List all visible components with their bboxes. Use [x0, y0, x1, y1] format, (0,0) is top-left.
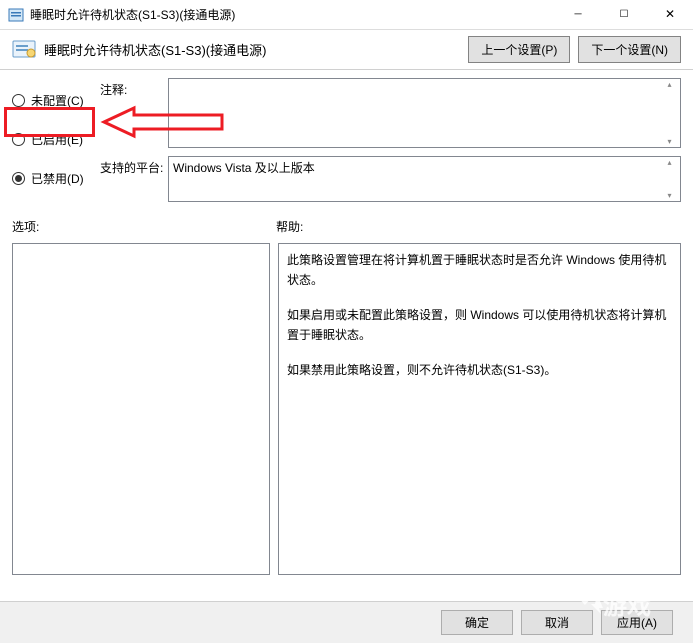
platform-label: 支持的平台:: [100, 156, 168, 176]
policy-icon: [8, 7, 24, 23]
titlebar: 睡眠时允许待机状态(S1-S3)(接通电源) ─ ☐ ✕: [0, 0, 693, 30]
subheader: 睡眠时允许待机状态(S1-S3)(接通电源) 上一个设置(P) 下一个设置(N): [0, 30, 693, 70]
help-paragraph: 如果禁用此策略设置，则不允许待机状态(S1-S3)。: [287, 360, 672, 380]
radio-group: 未配置(C) 已启用(E) 已禁用(D): [12, 78, 100, 210]
help-paragraph: 如果启用或未配置此策略设置，则 Windows 可以使用待机状态将计算机置于睡眠…: [287, 305, 672, 346]
dialog-footer: 确定 取消 应用(A): [0, 601, 693, 643]
comment-textarea[interactable]: ▴▾: [168, 78, 681, 148]
comment-label: 注释:: [100, 78, 168, 98]
ok-button[interactable]: 确定: [441, 610, 513, 635]
radio-icon: [12, 133, 25, 146]
policy-name-label: 睡眠时允许待机状态(S1-S3)(接通电源): [44, 40, 460, 59]
options-label: 选项:: [12, 218, 276, 235]
radio-disabled[interactable]: 已禁用(D): [12, 170, 100, 187]
close-button[interactable]: ✕: [647, 0, 693, 30]
radio-label: 未配置(C): [31, 92, 84, 109]
radio-icon: [12, 172, 25, 185]
scrollbar-icon: ▴▾: [661, 80, 678, 146]
help-panel: 此策略设置管理在将计算机置于睡眠状态时是否允许 Windows 使用待机状态。 …: [278, 243, 681, 575]
apply-button[interactable]: 应用(A): [601, 610, 673, 635]
policy-large-icon: [12, 40, 36, 60]
radio-label: 已禁用(D): [31, 170, 84, 187]
scrollbar-icon: ▴▾: [661, 158, 678, 200]
previous-setting-button[interactable]: 上一个设置(P): [468, 36, 570, 63]
help-paragraph: 此策略设置管理在将计算机置于睡眠状态时是否允许 Windows 使用待机状态。: [287, 250, 672, 291]
maximize-button[interactable]: ☐: [601, 0, 647, 30]
radio-icon: [12, 94, 25, 107]
minimize-button[interactable]: ─: [555, 0, 601, 30]
radio-enabled[interactable]: 已启用(E): [12, 131, 100, 148]
radio-label: 已启用(E): [31, 131, 83, 148]
platform-textarea: Windows Vista 及以上版本 ▴▾: [168, 156, 681, 202]
section-labels: 选项: 帮助:: [0, 214, 693, 239]
options-panel: [12, 243, 270, 575]
next-setting-button[interactable]: 下一个设置(N): [578, 36, 681, 63]
help-label: 帮助:: [276, 218, 303, 235]
cancel-button[interactable]: 取消: [521, 610, 593, 635]
window-title: 睡眠时允许待机状态(S1-S3)(接通电源): [30, 6, 555, 23]
radio-not-configured[interactable]: 未配置(C): [12, 92, 100, 109]
